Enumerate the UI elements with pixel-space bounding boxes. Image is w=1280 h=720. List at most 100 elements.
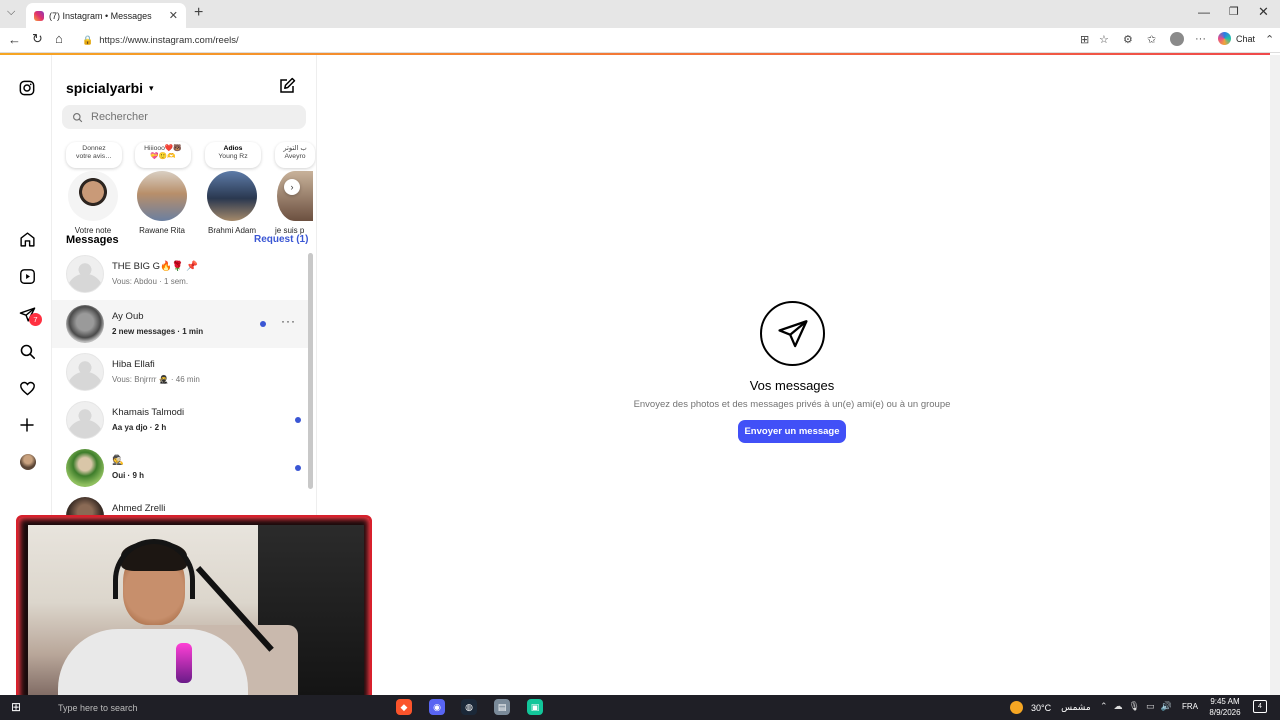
page-scrollbar[interactable] <box>1270 55 1280 695</box>
taskbar-search-box[interactable]: Type here to search <box>30 698 250 717</box>
conversation-row[interactable]: Khamais Talmodi Aa ya djo · 2 h <box>52 396 310 444</box>
window-close-icon[interactable]: ✕ <box>1258 4 1269 20</box>
note-bubble[interactable]: Adios Young Rz <box>205 142 261 168</box>
reload-icon[interactable]: ↻ <box>32 31 43 47</box>
create-plus-icon[interactable] <box>17 415 37 435</box>
clock-time: 9:45 AM <box>1210 697 1240 706</box>
note-avatar[interactable] <box>277 171 313 221</box>
conversation-row[interactable]: Ay Oub 2 new messages · 1 min ··· <box>52 300 310 348</box>
note-avatar[interactable] <box>137 171 187 221</box>
home-nav-icon[interactable] <box>17 229 37 249</box>
url-field[interactable]: 🔒 https://www.instagram.com/reels/ <box>76 31 1076 50</box>
send-message-button[interactable]: Envoyer un message <box>738 420 846 443</box>
conversation-name: Ahmed Zrelli <box>112 503 166 514</box>
extensions-icon[interactable]: ⚙ <box>1123 33 1133 46</box>
window-maximize-icon[interactable]: ❐ <box>1229 5 1239 18</box>
clock-date: 8/9/2026 <box>1209 708 1241 717</box>
taskbar-search-placeholder: Type here to search <box>58 702 138 713</box>
browser-menu-icon[interactable]: ··· <box>1195 33 1206 45</box>
note-brahmi[interactable]: Adios Young Rz Brahmi Adam <box>201 142 263 235</box>
conversation-name: Hiba Ellafi <box>112 359 155 370</box>
home-icon[interactable]: ⌂ <box>55 31 63 46</box>
webcam-overlay <box>16 515 372 705</box>
new-message-compose-icon[interactable] <box>278 77 296 95</box>
more-options-icon[interactable]: ··· <box>281 314 296 328</box>
conversation-avatar <box>66 353 104 391</box>
discord-icon[interactable]: ◉ <box>429 699 445 715</box>
url-text: https://www.instagram.com/reels/ <box>99 35 239 46</box>
taskbar-clock[interactable]: 9:45 AM 8/9/2026 <box>1202 696 1248 718</box>
favorites-list-icon[interactable]: ✩ <box>1147 33 1156 46</box>
account-username: spicialyarbi <box>66 80 144 96</box>
inbox-scrollbar[interactable] <box>308 253 313 489</box>
conversation-name: Ay Oub <box>112 311 144 322</box>
windows-start-icon[interactable]: ⊞ <box>8 699 24 715</box>
app-icon[interactable]: ▣ <box>527 699 543 715</box>
tab-actions-chevron-icon[interactable]: ⌵ <box>7 6 15 19</box>
weather-description: مشمس <box>1061 702 1091 712</box>
notifications-heart-icon[interactable] <box>17 378 37 398</box>
conversation-avatar <box>66 305 104 343</box>
file-manager-icon[interactable]: ▤ <box>494 699 510 715</box>
split-screen-icon[interactable]: ⊞ <box>1080 33 1089 46</box>
steam-icon[interactable]: ◍ <box>461 699 477 715</box>
tab-title: (7) Instagram • Messages <box>49 10 152 21</box>
note-rawane[interactable]: Hiiiooo❤️🐻 💝🙂🫶 Rawane Rita <box>131 142 193 235</box>
input-language[interactable]: FRA <box>1182 702 1198 711</box>
webcam-microphone <box>176 643 192 683</box>
new-tab-plus-icon[interactable]: + <box>194 4 203 22</box>
conversation-row[interactable]: THE BIG G🔥🌹 📌 Vous: Abdou · 1 sem. <box>52 250 310 298</box>
brave-browser-icon[interactable]: ◆ <box>396 699 412 715</box>
conversation-preview: Vous: Bnjrrrr 🥷 · 46 min <box>112 375 200 384</box>
browser-tab-instagram[interactable]: (7) Instagram • Messages ✕ <box>26 3 186 28</box>
instagram-logo-icon[interactable] <box>17 78 37 98</box>
system-tray-icons[interactable]: ⌃☁🎙▭🔊 <box>1100 701 1178 712</box>
reels-nav-icon[interactable] <box>17 266 37 286</box>
sidebar-chevron-icon[interactable]: ⌃ <box>1265 33 1274 46</box>
conversation-row[interactable]: 🕵️ Oui · 9 h <box>52 444 310 492</box>
favorite-star-icon[interactable]: ☆ <box>1099 33 1109 46</box>
windows-taskbar: ⊞ Type here to search ◆ ◉ ◍ ▤ ▣ 30°C مشم… <box>0 695 1280 720</box>
taskbar-weather[interactable]: 30°C مشمس <box>1010 701 1091 714</box>
unread-dot <box>295 465 301 471</box>
back-arrow-icon[interactable]: ← <box>8 32 21 47</box>
note-bubble[interactable]: Hiiiooo❤️🐻 💝🙂🫶 <box>135 142 191 168</box>
conversation-row[interactable]: Hiba Ellafi Vous: Bnjrrrr 🥷 · 46 min <box>52 348 310 396</box>
search-input[interactable] <box>91 111 271 123</box>
note-own[interactable]: Donnez votre avis… Votre note <box>62 142 124 235</box>
notification-center-icon[interactable]: 4 <box>1253 700 1267 713</box>
browser-tab-bar: ⌵ (7) Instagram • Messages ✕ + — ❐ ✕ <box>0 0 1280 28</box>
webcam-video <box>28 525 364 697</box>
lock-icon: 🔒 <box>82 35 94 45</box>
search-nav-icon[interactable] <box>17 341 37 361</box>
message-requests-link[interactable]: Request (1) <box>254 234 308 245</box>
conversation-avatar <box>66 255 104 293</box>
copilot-label: Chat <box>1236 33 1256 44</box>
chevron-down-icon: ▾ <box>149 82 154 93</box>
unread-dot <box>295 417 301 423</box>
browser-profile-avatar[interactable] <box>1170 32 1184 46</box>
account-switcher[interactable]: spicialyarbi ▾ <box>66 80 154 96</box>
conversation-preview: 2 new messages · 1 min <box>112 327 204 336</box>
notes-next-chevron-icon[interactable]: › <box>284 179 300 195</box>
conversation-name: Khamais Talmodi <box>112 407 185 418</box>
conversation-preview: Vous: Abdou · 1 sem. <box>112 277 189 286</box>
note-bubble[interactable]: ب التوتر Aveyro <box>275 142 315 168</box>
search-box[interactable] <box>62 105 306 129</box>
webcam-person-body <box>58 629 248 697</box>
window-minimize-icon[interactable]: — <box>1198 5 1210 19</box>
messages-unread-badge: 7 <box>29 313 42 326</box>
note-avatar[interactable] <box>207 171 257 221</box>
messenger-send-icon <box>760 301 825 366</box>
note-name: Rawane Rita <box>139 226 185 235</box>
tab-close-icon[interactable]: ✕ <box>169 9 178 22</box>
profile-avatar[interactable] <box>20 454 36 470</box>
copilot-chat-button[interactable]: Chat <box>1218 32 1255 45</box>
conversation-avatar <box>66 449 104 487</box>
note-bubble[interactable]: Donnez votre avis… <box>66 142 122 168</box>
empty-state-subtitle: Envoyez des photos et des messages privé… <box>633 399 951 410</box>
conversation-preview: Oui · 9 h <box>112 471 144 480</box>
unread-dot <box>260 321 266 327</box>
conversation-preview: Aa ya djo · 2 h <box>112 423 167 432</box>
note-avatar[interactable] <box>68 171 118 221</box>
